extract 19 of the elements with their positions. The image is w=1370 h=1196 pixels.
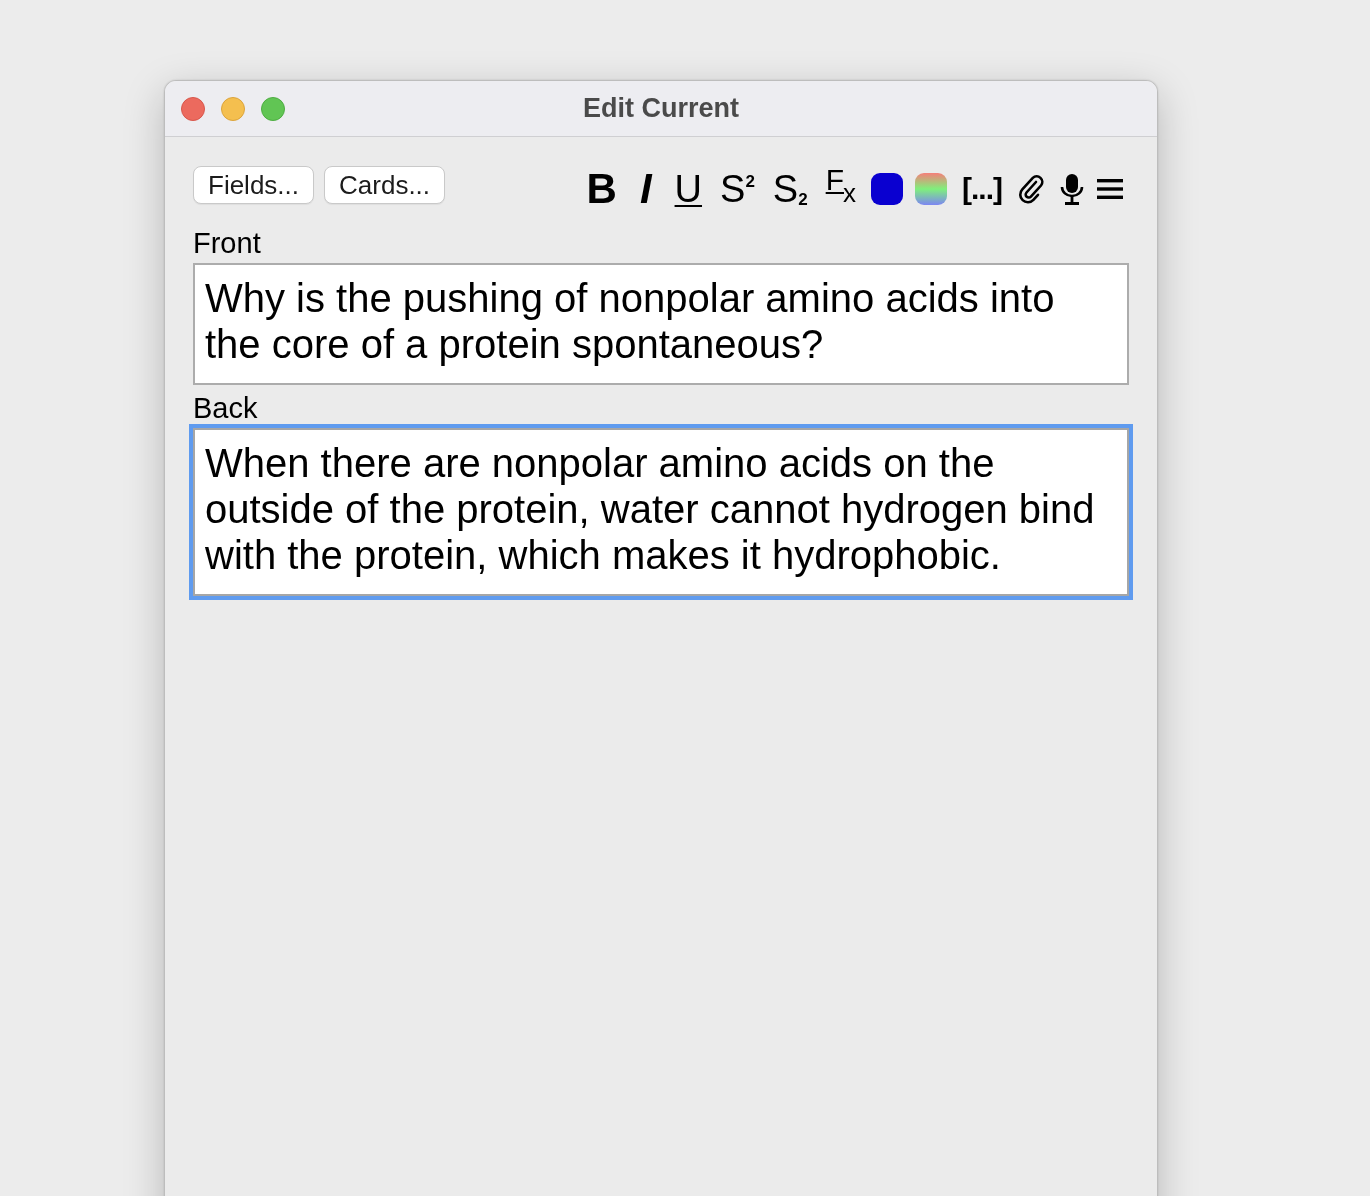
record-button[interactable] (1059, 171, 1085, 207)
paperclip-icon (1017, 173, 1047, 205)
clear-format-button[interactable]: F$_{x}$ (822, 171, 859, 207)
cloze-button[interactable]: [...] (959, 171, 1005, 207)
field-label: Back (193, 392, 258, 424)
toolbar-button[interactable]: Cards... (324, 166, 446, 204)
italic-button[interactable]: I (631, 171, 660, 207)
window-title: Edit Current (583, 93, 739, 124)
text-field[interactable]: Why is the pushing of nonpolar amino acids into the core of a protein spontaneous? (193, 263, 1129, 385)
field-label: Front (193, 227, 261, 259)
bold-button[interactable]: B (583, 171, 620, 207)
toolbar-button[interactable]: Fields... (193, 166, 315, 204)
close-button[interactable] (181, 96, 205, 121)
underline-button[interactable]: U (671, 171, 705, 207)
subscript-button[interactable]: S$_{2}$ (769, 171, 811, 207)
microphone-icon (1059, 173, 1085, 205)
gradient-swatch-icon (915, 173, 947, 205)
menu-icon (1097, 179, 1123, 199)
superscript-button[interactable]: S$^{2}$ (717, 171, 758, 207)
